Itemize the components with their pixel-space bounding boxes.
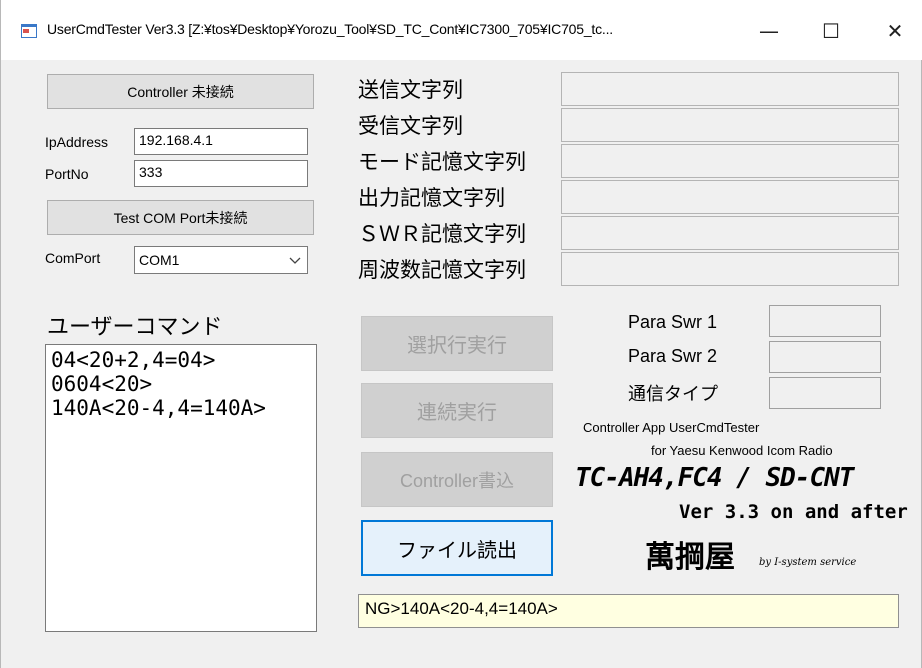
status-field[interactable]: NG>140A<20-4,4=140A> — [358, 594, 899, 628]
info-line-1: Controller App UserCmdTester — [583, 420, 760, 435]
para-swr2-field[interactable] — [769, 341, 881, 373]
swr-memory-field[interactable] — [561, 216, 899, 250]
test-com-port-button[interactable]: Test COM Port未接続 — [47, 200, 314, 235]
file-read-label: ファイル読出 — [397, 539, 517, 562]
mode-memory-label: モード記憶文字列 — [358, 150, 526, 174]
swr-memory-label: ＳＷＲ記憶文字列 — [358, 222, 526, 246]
comm-type-field[interactable] — [769, 377, 881, 409]
port-no-label: PortNo — [45, 166, 89, 182]
receive-string-label: 受信文字列 — [358, 114, 463, 138]
close-icon: ✕ — [886, 19, 904, 43]
user-commands-label: ユーザーコマンド — [47, 315, 223, 340]
window-title: UserCmdTester Ver3.3 [Z:¥tos¥Desktop¥Yor… — [47, 21, 613, 37]
run-continuous-button[interactable]: 連続実行 — [361, 383, 553, 438]
com-port-label: ComPort — [45, 250, 101, 266]
ip-address-label: IpAddress — [45, 134, 109, 150]
close-button[interactable]: ✕ — [875, 14, 915, 48]
send-string-label: 送信文字列 — [358, 78, 463, 102]
frequency-memory-field[interactable] — [561, 252, 899, 286]
brand-logo: 萬掆屋 — [645, 540, 735, 575]
minimize-button[interactable]: — — [749, 14, 789, 48]
maximize-button[interactable]: ☐ — [811, 14, 851, 48]
file-read-button[interactable]: ファイル読出 — [361, 520, 553, 576]
run-selected-line-button[interactable]: 選択行実行 — [361, 316, 553, 371]
send-string-field[interactable] — [561, 72, 899, 106]
com-port-value: COM1 — [139, 252, 180, 268]
minimize-icon: — — [759, 19, 779, 43]
output-memory-label: 出力記憶文字列 — [358, 186, 505, 210]
app-window: UserCmdTester Ver3.3 [Z:¥tos¥Desktop¥Yor… — [0, 0, 922, 668]
controller-connect-label: Controller 未接続 — [127, 83, 234, 100]
test-com-port-label: Test COM Port未接続 — [113, 209, 248, 226]
app-icon — [21, 24, 37, 38]
controller-write-label: Controller書込 — [399, 470, 515, 491]
ip-address-input[interactable]: 192.168.4.1 — [134, 128, 308, 155]
user-commands-textarea[interactable]: 04<20+2,4=04> 0604<20> 140A<20-4,4=140A> — [45, 344, 317, 632]
para-swr1-field[interactable] — [769, 305, 881, 337]
controller-connect-button[interactable]: Controller 未接続 — [47, 74, 314, 109]
run-selected-line-label: 選択行実行 — [407, 335, 507, 357]
para-swr2-label: Para Swr 2 — [628, 346, 718, 366]
chevron-down-icon — [289, 257, 301, 264]
brand-subtitle: by I-system service — [759, 557, 857, 568]
frequency-memory-label: 周波数記憶文字列 — [358, 258, 526, 282]
output-memory-field[interactable] — [561, 180, 899, 214]
comm-type-label: 通信タイプ — [628, 384, 718, 405]
mode-memory-field[interactable] — [561, 144, 899, 178]
info-line-2: for Yaesu Kenwood Icom Radio — [651, 443, 833, 458]
version-text: Ver 3.3 on and after — [679, 501, 908, 523]
run-continuous-label: 連続実行 — [417, 402, 497, 424]
com-port-select[interactable]: COM1 — [134, 246, 308, 274]
maximize-icon: ☐ — [822, 19, 840, 43]
port-no-input[interactable]: 333 — [134, 160, 308, 187]
receive-string-field[interactable] — [561, 108, 899, 142]
controller-write-button[interactable]: Controller書込 — [361, 452, 553, 507]
para-swr1-label: Para Swr 1 — [628, 312, 718, 332]
product-name: TC-AH4,FC4 / SD-CNT — [575, 463, 854, 493]
title-bar[interactable]: UserCmdTester Ver3.3 [Z:¥tos¥Desktop¥Yor… — [1, 0, 922, 60]
